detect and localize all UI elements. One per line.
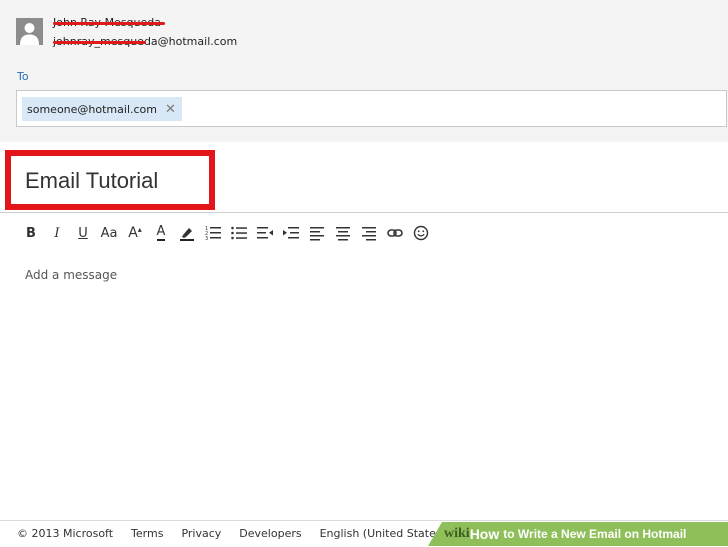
recipient-chip[interactable]: someone@hotmail.com ✕ — [22, 97, 182, 121]
highlighter-icon — [180, 228, 194, 241]
banner-title: to Write a New Email on Hotmail — [503, 527, 687, 541]
font-size-icon: A▴ — [128, 225, 142, 241]
align-left-icon — [310, 227, 324, 241]
formatting-toolbar: B I U Aa A▴ A 1 2 3 — [18, 222, 434, 244]
insert-link-button[interactable] — [382, 222, 408, 244]
to-input[interactable]: someone@hotmail.com ✕ — [16, 90, 727, 127]
developers-link[interactable]: Developers — [239, 527, 301, 540]
svg-text:3: 3 — [205, 236, 208, 241]
highlight-annotation — [5, 150, 215, 210]
font-size-letter: A — [128, 225, 138, 241]
increase-indent-icon — [283, 227, 299, 239]
font-color-letter: A — [156, 224, 166, 239]
decrease-indent-icon — [257, 227, 273, 239]
align-center-icon — [336, 227, 350, 241]
align-left-button[interactable] — [304, 222, 330, 244]
emoticon-button[interactable] — [408, 222, 434, 244]
font-size-button[interactable]: A▴ — [122, 222, 148, 244]
underline-icon: U — [78, 225, 88, 241]
message-body[interactable]: Add a message — [25, 268, 117, 282]
bullet-list-icon — [231, 226, 247, 240]
sender-email-suffix: @hotmail.com — [157, 35, 238, 48]
increase-indent-button[interactable] — [278, 222, 304, 244]
font-color-button[interactable]: A — [148, 222, 174, 244]
bold-icon: B — [26, 225, 36, 241]
how-logo: How — [469, 526, 500, 542]
underline-button[interactable]: U — [70, 222, 96, 244]
wikihow-banner: wiki How to Write a New Email on Hotmail — [428, 522, 728, 546]
font-icon: Aa — [100, 225, 118, 241]
user-silhouette-icon — [16, 18, 43, 45]
font-size-arrows-icon: ▴ — [137, 225, 142, 234]
redaction-mark — [53, 22, 165, 25]
numbered-list-icon: 1 2 3 — [205, 226, 221, 241]
redaction-mark — [53, 41, 146, 44]
copyright-text: © 2013 Microsoft — [17, 527, 114, 540]
align-right-icon — [362, 227, 376, 241]
close-icon[interactable]: ✕ — [165, 103, 176, 116]
italic-icon: I — [54, 225, 60, 241]
decrease-indent-button[interactable] — [252, 222, 278, 244]
language-link[interactable]: English (United States) — [320, 527, 446, 540]
bold-button[interactable]: B — [18, 222, 44, 244]
privacy-link[interactable]: Privacy — [181, 527, 221, 540]
font-color-icon: A — [156, 224, 166, 241]
terms-link[interactable]: Terms — [131, 527, 163, 540]
wiki-logo: wiki — [444, 526, 470, 541]
bullet-list-button[interactable] — [226, 222, 252, 244]
to-label: To — [17, 70, 29, 83]
italic-button[interactable]: I — [44, 222, 70, 244]
align-right-button[interactable] — [356, 222, 382, 244]
smiley-icon — [413, 225, 429, 241]
font-button[interactable]: Aa — [96, 222, 122, 244]
highlight-button[interactable] — [174, 222, 200, 244]
link-icon — [387, 229, 403, 237]
avatar — [16, 18, 43, 45]
numbered-list-button[interactable]: 1 2 3 — [200, 222, 226, 244]
align-center-button[interactable] — [330, 222, 356, 244]
recipient-email: someone@hotmail.com — [27, 102, 157, 116]
